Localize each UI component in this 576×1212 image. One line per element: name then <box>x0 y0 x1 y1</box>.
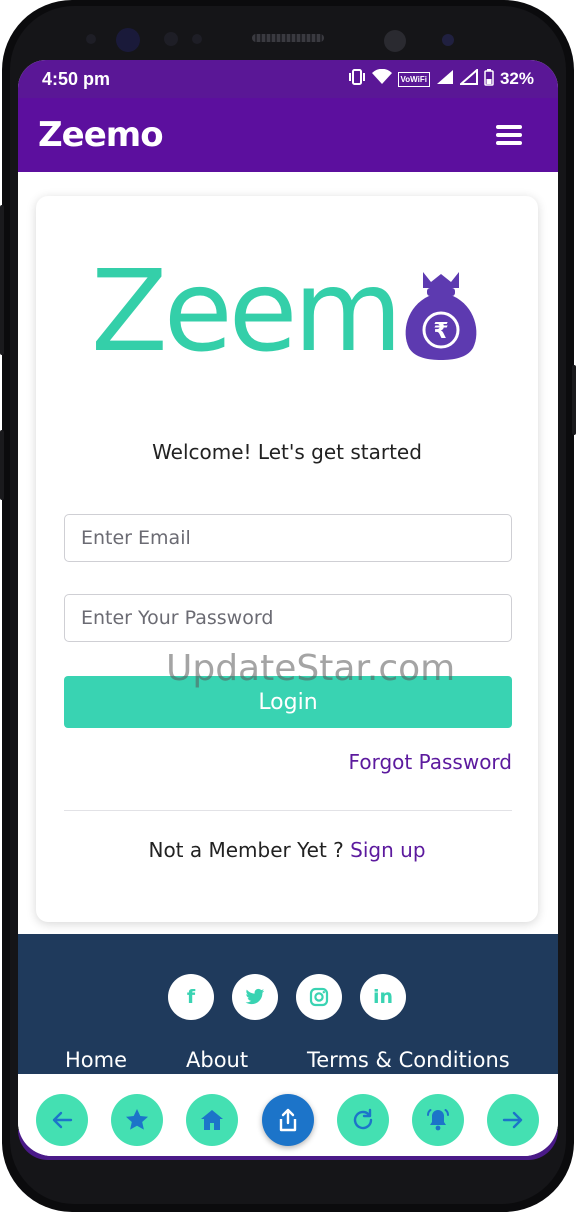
twitter-icon[interactable] <box>232 974 278 1020</box>
footer: f in Home About Terms & Conditions <box>18 934 558 1084</box>
divider <box>64 810 512 811</box>
status-icons: VoWiFi 32% <box>348 67 534 90</box>
bottom-nav-bar <box>18 1074 558 1156</box>
welcome-text: Welcome! Let's get started <box>152 440 422 464</box>
linkedin-icon[interactable]: in <box>360 974 406 1020</box>
hamburger-bar <box>496 133 522 137</box>
volume-button <box>0 205 4 355</box>
share-icon[interactable] <box>262 1094 314 1146</box>
battery-percent: 32% <box>499 69 534 88</box>
footer-link-home[interactable]: Home <box>65 1048 127 1072</box>
earpiece-speaker <box>252 34 324 42</box>
forward-arrow-icon[interactable] <box>487 1094 539 1146</box>
status-time: 4:50 pm <box>42 68 111 89</box>
front-camera <box>116 28 140 52</box>
nav-logo-text: Zeemo <box>38 115 164 155</box>
forgot-password-link[interactable]: Forgot Password <box>349 750 512 774</box>
signal-icon <box>458 67 478 89</box>
money-bag-icon: ₹ <box>405 272 477 360</box>
vibrate-icon <box>348 69 366 89</box>
signal-icon <box>436 69 454 89</box>
logo-wordmark: Zeem <box>91 247 403 377</box>
not-member-text: Not a Member Yet ? <box>148 838 344 862</box>
bixby-button <box>0 430 4 500</box>
rupee-symbol: ₹ <box>433 319 448 344</box>
footer-link-about[interactable]: About <box>186 1048 248 1072</box>
login-card: Zeem ₹ Welcome! Let's get started Login … <box>36 196 538 922</box>
password-input[interactable] <box>64 594 512 642</box>
sensor-dot <box>86 34 96 44</box>
wifi-icon <box>371 68 392 89</box>
hamburger-bar <box>496 141 522 145</box>
sensor-dot <box>442 34 454 46</box>
vowifi-badge: VoWiFi <box>397 71 430 87</box>
footer-link-terms[interactable]: Terms & Conditions <box>307 1048 510 1072</box>
signup-prompt: Not a Member Yet ? Sign up <box>36 838 538 862</box>
zeemo-logo: Zeem ₹ <box>91 256 481 368</box>
app-screen: 4:50 pm VoWiFi 32% Zeemo Zeem ₹ Welcome!… <box>18 60 558 1156</box>
star-icon[interactable] <box>111 1094 163 1146</box>
top-navbar: Zeemo <box>18 98 558 172</box>
nav-logo[interactable]: Zeemo <box>38 115 164 155</box>
hamburger-bar <box>496 125 522 129</box>
social-links: f in <box>168 974 406 1020</box>
power-button <box>572 365 576 435</box>
sensor-dot <box>164 32 178 46</box>
facebook-icon[interactable]: f <box>168 974 214 1020</box>
signup-link[interactable]: Sign up <box>350 838 425 862</box>
iris-scanner <box>384 30 406 52</box>
email-input[interactable] <box>64 514 512 562</box>
login-button[interactable]: Login <box>64 676 512 728</box>
back-arrow-icon[interactable] <box>36 1094 88 1146</box>
home-icon[interactable] <box>186 1094 238 1146</box>
battery-icon <box>484 68 494 90</box>
sensor-dot <box>192 34 202 44</box>
status-bar: 4:50 pm VoWiFi 32% <box>18 60 558 98</box>
refresh-icon[interactable] <box>337 1094 389 1146</box>
instagram-icon[interactable] <box>296 974 342 1020</box>
hamburger-menu-button[interactable] <box>496 125 522 145</box>
bell-icon[interactable] <box>412 1094 464 1146</box>
